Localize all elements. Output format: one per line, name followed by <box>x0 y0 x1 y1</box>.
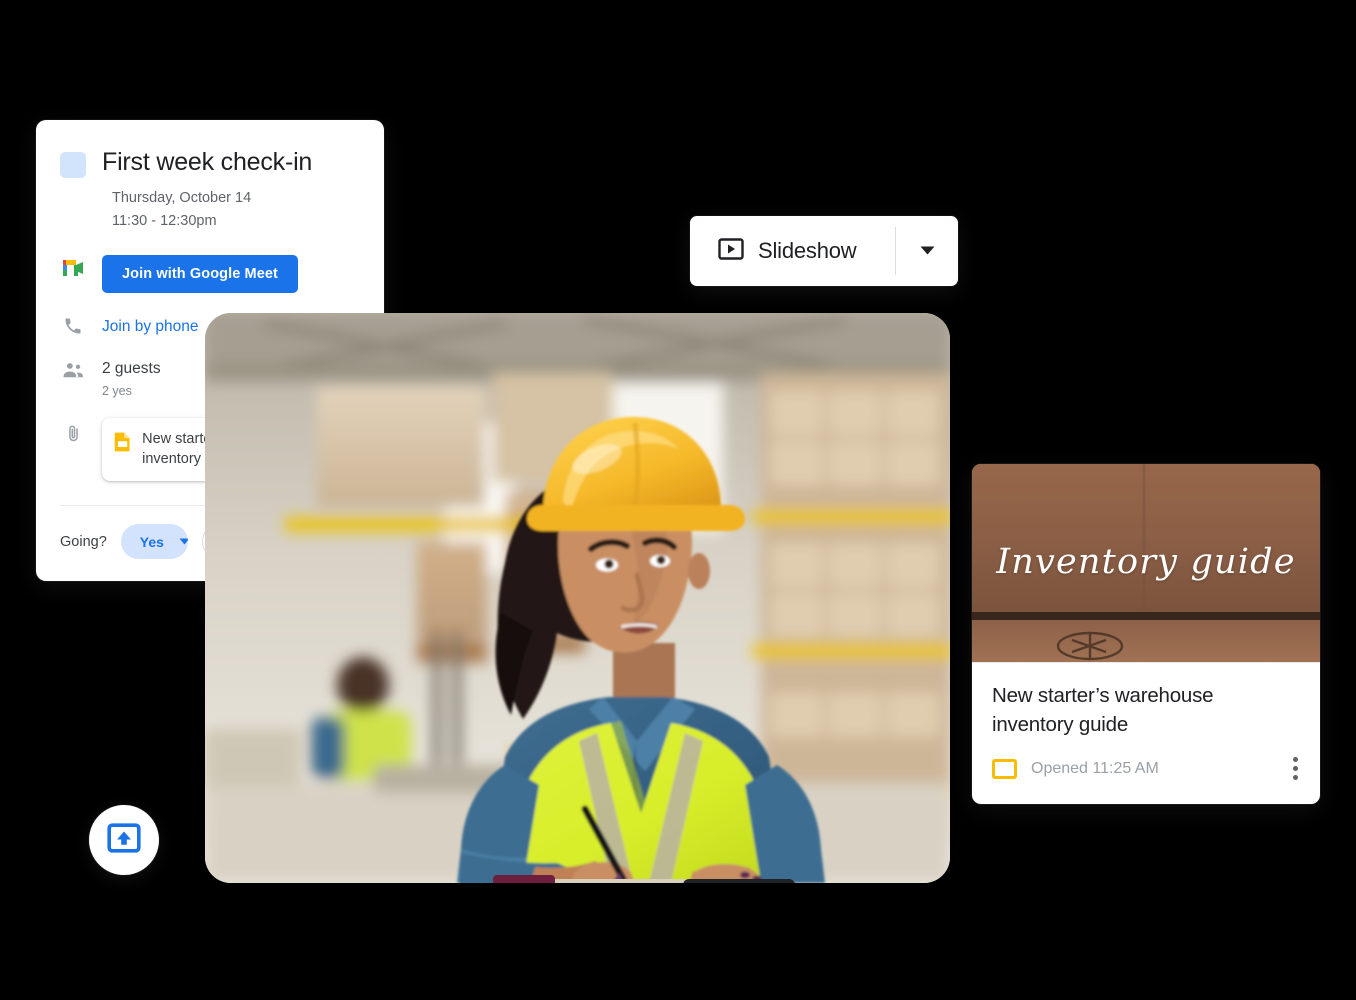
rsvp-yes-split-button[interactable]: Yes <box>120 524 189 559</box>
join-by-phone-link[interactable]: Join by phone <box>102 314 199 339</box>
document-thumbnail: Inventory guide <box>972 464 1320 663</box>
rsvp-yes-button[interactable]: Yes <box>121 524 179 559</box>
phone-icon <box>60 314 86 336</box>
document-opened-time: Opened 11:25 AM <box>1031 759 1159 777</box>
slideshow-split-button[interactable]: Slideshow <box>690 216 958 286</box>
guests-rsvp-summary: 2 yes <box>102 384 132 398</box>
event-datetime: Thursday, October 14 11:30 - 12:30pm <box>112 187 360 233</box>
meet-row: Join with Google Meet <box>60 255 360 293</box>
document-title: New starter’s warehouse inventory guide <box>992 684 1214 736</box>
caret-down-icon <box>920 242 935 260</box>
warehouse-photo-card <box>205 313 950 883</box>
kebab-dot <box>1293 766 1298 771</box>
event-title-row: First week check-in <box>60 146 360 178</box>
document-meta-row: Opened 11:25 AM <box>992 753 1300 784</box>
paperclip-icon <box>60 418 86 443</box>
slideshow-label: Slideshow <box>758 238 857 263</box>
event-color-swatch <box>60 152 86 178</box>
kebab-dot <box>1293 757 1298 762</box>
kebab-dot <box>1293 775 1298 780</box>
present-to-screen-button[interactable] <box>89 805 159 875</box>
guests-count: 2 guests <box>102 360 161 377</box>
event-date: Thursday, October 14 <box>112 190 252 206</box>
kebab-menu-icon[interactable] <box>1291 753 1300 784</box>
google-slides-file-icon <box>114 432 130 452</box>
guests-info: 2 guests 2 yes <box>102 359 161 400</box>
play-box-icon <box>718 236 744 267</box>
screenshot-stage: First week check-in Thursday, October 14… <box>0 0 1356 1000</box>
document-info: New starter’s warehouse inventory guide … <box>972 663 1320 784</box>
google-slides-icon <box>992 758 1017 779</box>
slideshow-dropdown-button[interactable] <box>896 216 958 286</box>
slides-document-card[interactable]: Inventory guide New starter’s warehouse … <box>972 464 1320 804</box>
caret-down-icon[interactable] <box>179 524 189 559</box>
join-with-google-meet-button[interactable]: Join with Google Meet <box>102 255 298 293</box>
event-title: First week check-in <box>102 148 313 176</box>
rsvp-question-label: Going? <box>60 533 107 550</box>
event-time: 11:30 - 12:30pm <box>112 213 217 229</box>
slideshow-button[interactable]: Slideshow <box>690 216 895 286</box>
guests-icon <box>60 359 86 379</box>
present-to-screen-icon <box>107 822 141 858</box>
google-meet-icon <box>60 255 86 279</box>
